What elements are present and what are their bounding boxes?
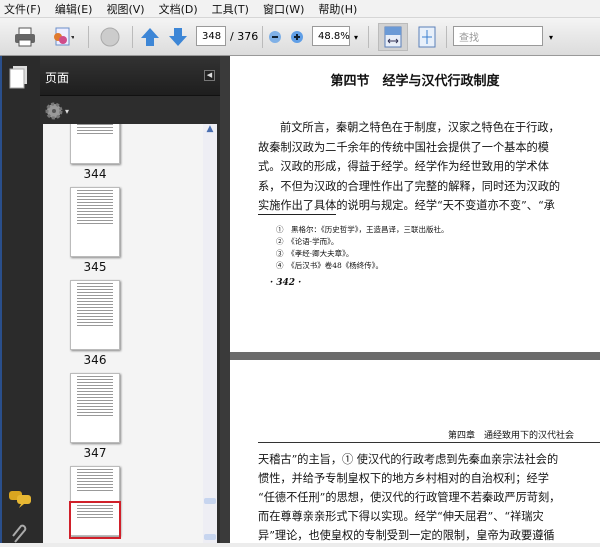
- text-line: 而在尊尊亲亲形式下得以实现。经学“伸天屈君”、“祥瑞灾: [258, 510, 544, 523]
- page-thumbnail[interactable]: [70, 187, 120, 257]
- running-header: 第四章 通经致用下的汉代社会: [448, 431, 575, 441]
- text-line: 前文所言，秦朝之特色在于制度，汉家之特色在于行政，: [280, 121, 560, 134]
- scroll-down-arrow-icon[interactable]: [204, 534, 216, 540]
- globe-icon: [100, 27, 120, 47]
- text-line: 异”理论，也使皇权的专制受到一定的限制，皇帝为政要遵循: [258, 529, 555, 542]
- thumbnails-scrollbar[interactable]: ▲: [203, 124, 217, 543]
- panel-splitter[interactable]: [220, 56, 230, 543]
- document-view[interactable]: 第四节 经学与汉代行政制度 前文所言，秦朝之特色在于制度，汉家之特色在于行政， …: [230, 56, 600, 543]
- page-thumbnail-current[interactable]: [69, 466, 121, 539]
- footnotes: ① 黑格尔：《历史哲学》，王造昌译，三联出版社。 ② 《论语·学而》。 ③ 《孝…: [276, 224, 449, 272]
- text-line: 惯性，并给予专制皇权下的地方乡村相对的自治权利；经学: [258, 472, 549, 485]
- scroll-up-arrow-icon[interactable]: ▲: [203, 124, 217, 138]
- footnote: ① 黑格尔：《历史哲学》，王造昌译，三联出版社。: [276, 225, 449, 234]
- text-line: 系，不但为汉政的合理性作出了完整的解释，同时还为汉政的: [258, 179, 561, 193]
- text-line: 式。汉政的形成，得益于经学。经学作为经世致用的学术体: [258, 160, 549, 173]
- paperclip-icon: [12, 524, 27, 543]
- footnote: ④ 《后汉书》卷48《杨终传》。: [276, 261, 384, 270]
- chevron-down-icon: ▾: [548, 32, 553, 42]
- share-button[interactable]: [96, 26, 124, 48]
- footnote: ② 《论语·学而》。: [276, 237, 339, 246]
- thumbnail-label: 347: [83, 446, 107, 460]
- next-page-button[interactable]: [166, 26, 190, 48]
- comments-icon: [9, 491, 31, 508]
- menu-file[interactable]: 文件(F): [4, 1, 41, 17]
- footnote: ③ 《孝经·卿大夫章》。: [276, 249, 354, 258]
- section-title: 第四节 经学与汉代行政制度: [330, 74, 500, 89]
- collapse-panel-button[interactable]: ◀: [204, 70, 215, 81]
- pdf-page-343: 第四章 通经致用下的汉代社会 天稽古”的主旨，① 使汉代的行政考虑到先秦血亲宗法…: [230, 360, 600, 543]
- arrow-up-icon: [141, 28, 159, 46]
- attachments-nav-button[interactable]: [11, 524, 29, 547]
- fit-page-button[interactable]: [414, 26, 440, 48]
- pages-panel-title: 页面: [45, 71, 70, 85]
- zoom-level-input[interactable]: 48.8%: [312, 26, 350, 46]
- minus-circle-icon: [269, 31, 281, 43]
- options-menu-button[interactable]: ▾: [45, 102, 69, 120]
- header-rule: [258, 442, 600, 443]
- find-input[interactable]: 查找: [453, 26, 543, 46]
- menu-window[interactable]: 窗口(W): [263, 1, 304, 17]
- thumbnail-label: 346: [83, 353, 107, 367]
- pages-nav-button[interactable]: [9, 65, 29, 92]
- fit-page-icon: [418, 26, 436, 48]
- page-number-input[interactable]: 348: [196, 26, 226, 46]
- visible-area-indicator[interactable]: [69, 501, 121, 539]
- pages-panel: 页面 ◀ ▾ 344 345 346 347 ▲: [40, 56, 220, 543]
- thumbnail-label: 345: [83, 260, 107, 274]
- print-button[interactable]: [12, 26, 38, 48]
- page-body: 天稽古”的主旨，① 使汉代的行政考虑到先秦血亲宗法社会的 惯性，并给予专制皇权下…: [258, 450, 560, 543]
- zoom-in-button[interactable]: [288, 26, 306, 48]
- text-line: “任德不任刑”的思想，使汉代的行政管理不若秦政严厉苛刻，: [258, 491, 561, 504]
- comments-nav-button[interactable]: [9, 489, 33, 512]
- pdf-page-342: 第四节 经学与汉代行政制度 前文所言，秦朝之特色在于制度，汉家之特色在于行政， …: [230, 56, 600, 352]
- chevron-down-icon: ▾: [353, 32, 358, 42]
- menu-edit[interactable]: 编辑(E): [55, 1, 93, 17]
- chevron-down-icon: ▾: [65, 106, 70, 116]
- menu-bar: 文件(F) 编辑(E) 视图(V) 文档(D) 工具(T) 窗口(W) 帮助(H…: [0, 0, 600, 18]
- page-number: · 342 ·: [270, 278, 302, 288]
- triangle-left-icon: ◀: [206, 71, 213, 79]
- page-thumbnail[interactable]: [70, 373, 120, 443]
- page-thumbnails: 344 345 346 347 ▲: [43, 124, 217, 543]
- zoom-out-button[interactable]: [266, 26, 284, 48]
- fit-width-icon: [384, 26, 402, 48]
- scrollbar-thumb[interactable]: [204, 498, 216, 504]
- page-thumbnail[interactable]: [70, 124, 120, 164]
- page-body: 前文所言，秦朝之特色在于制度，汉家之特色在于行政， 故秦制汉政为二千余年的传统中…: [258, 118, 560, 216]
- zoom-dropdown[interactable]: ▾: [350, 26, 362, 48]
- previous-page-button[interactable]: [138, 26, 162, 48]
- printer-icon: [15, 27, 35, 47]
- text-line: 天稽古”的主旨，① 使汉代的行政考虑到先秦血亲宗法社会的: [258, 453, 559, 466]
- collaborate-button[interactable]: [44, 26, 80, 48]
- menu-document[interactable]: 文档(D): [159, 1, 198, 17]
- menu-tools[interactable]: 工具(T): [212, 1, 249, 17]
- thumbnail-label: 344: [83, 167, 107, 181]
- page-total: / 376: [230, 30, 259, 43]
- fit-width-button[interactable]: [378, 23, 408, 51]
- menu-help[interactable]: 帮助(H): [318, 1, 357, 17]
- pages-panel-header: 页面 ◀: [40, 56, 220, 96]
- users-document-icon: [54, 27, 74, 46]
- text-line: 故秦制汉政为二千余年的传统中国社会提供了一个基本的模: [258, 140, 549, 154]
- toolbar: 348 / 376 48.8% ▾ 查找 ▾: [0, 18, 600, 56]
- pages-icon: [9, 66, 27, 89]
- plus-circle-icon: [291, 31, 303, 43]
- find-dropdown[interactable]: ▾: [545, 26, 557, 48]
- page-thumbnail[interactable]: [70, 280, 120, 350]
- text-line: 实施作出了具体的说明与规定。经学“天不变道亦不变”、“承: [258, 199, 555, 212]
- gear-icon: [45, 102, 63, 120]
- navigation-rail: [0, 56, 40, 543]
- menu-view[interactable]: 视图(V): [106, 1, 144, 17]
- arrow-down-icon: [169, 28, 187, 46]
- footnote-divider: [258, 214, 336, 215]
